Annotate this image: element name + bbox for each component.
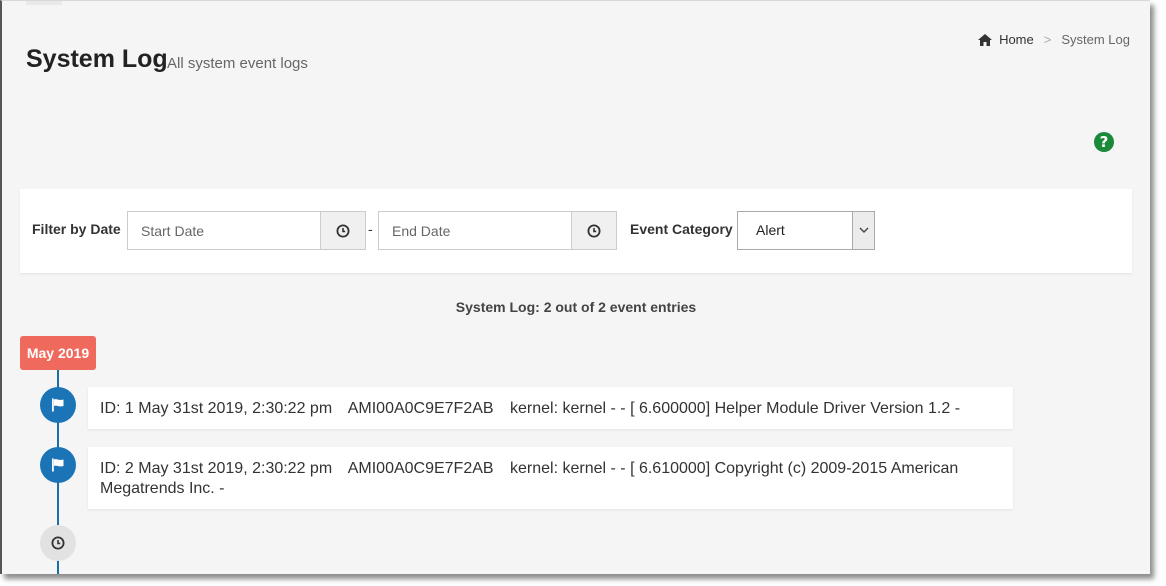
breadcrumb-current: System Log [1061, 32, 1130, 47]
breadcrumb-home-link[interactable]: Home [978, 32, 1034, 47]
month-badge: May 2019 [20, 336, 96, 370]
start-date-picker-button[interactable] [320, 212, 365, 249]
entry-timestamp: May 31st 2019, 2:30:22 pm [138, 400, 333, 417]
start-date-input[interactable] [128, 212, 320, 249]
flag-glyph [52, 398, 64, 412]
flag-icon [40, 447, 76, 483]
chevron-down-glyph [859, 227, 868, 233]
entry-timestamp: May 31st 2019, 2:30:22 pm [138, 460, 333, 477]
event-category-label: Event Category [630, 221, 733, 237]
entry-source: AMI00A0C9E7F2AB [347, 400, 494, 417]
page-title: System Log [26, 45, 168, 73]
entry-id: ID: 2 [100, 460, 134, 477]
flag-icon [40, 387, 76, 423]
entry-source: AMI00A0C9E7F2AB [347, 460, 494, 477]
home-icon [978, 33, 993, 46]
filter-panel: Filter by Date - Event Category Al [20, 189, 1132, 273]
entry-id: ID: 1 [100, 400, 134, 417]
help-icon[interactable]: ? [1094, 132, 1114, 152]
chevron-down-icon[interactable] [852, 212, 874, 249]
end-date-input[interactable] [379, 212, 571, 249]
breadcrumb: Home > System Log [978, 32, 1130, 47]
clock-icon [587, 224, 601, 237]
flag-glyph [52, 458, 64, 472]
app-window: System Log All system event logs Home > … [0, 0, 1150, 574]
clock-glyph [51, 536, 65, 550]
breadcrumb-separator: > [1043, 32, 1052, 47]
event-category-select[interactable]: Alert [737, 211, 875, 250]
date-range-separator: - [368, 221, 373, 237]
end-date-picker-button[interactable] [571, 212, 616, 249]
top-tab-stub [26, 1, 62, 5]
log-entry[interactable]: ID: 2 May 31st 2019, 2:30:22 pm AMI00A0C… [88, 447, 1013, 509]
entry-message: kernel: kernel - - [ 6.600000] Helper Mo… [510, 400, 961, 417]
filter-by-date-label: Filter by Date [32, 221, 121, 237]
event-category-value: Alert [756, 222, 785, 238]
start-date-group [127, 211, 366, 250]
page-subtitle: All system event logs [167, 55, 308, 72]
log-entry[interactable]: ID: 1 May 31st 2019, 2:30:22 pm AMI00A0C… [88, 387, 1013, 429]
breadcrumb-home-label: Home [999, 32, 1034, 47]
event-count-summary: System Log: 2 out of 2 event entries [455, 299, 697, 315]
end-date-group [378, 211, 617, 250]
timeline-end-clock-icon [40, 525, 76, 561]
clock-icon [336, 224, 350, 237]
